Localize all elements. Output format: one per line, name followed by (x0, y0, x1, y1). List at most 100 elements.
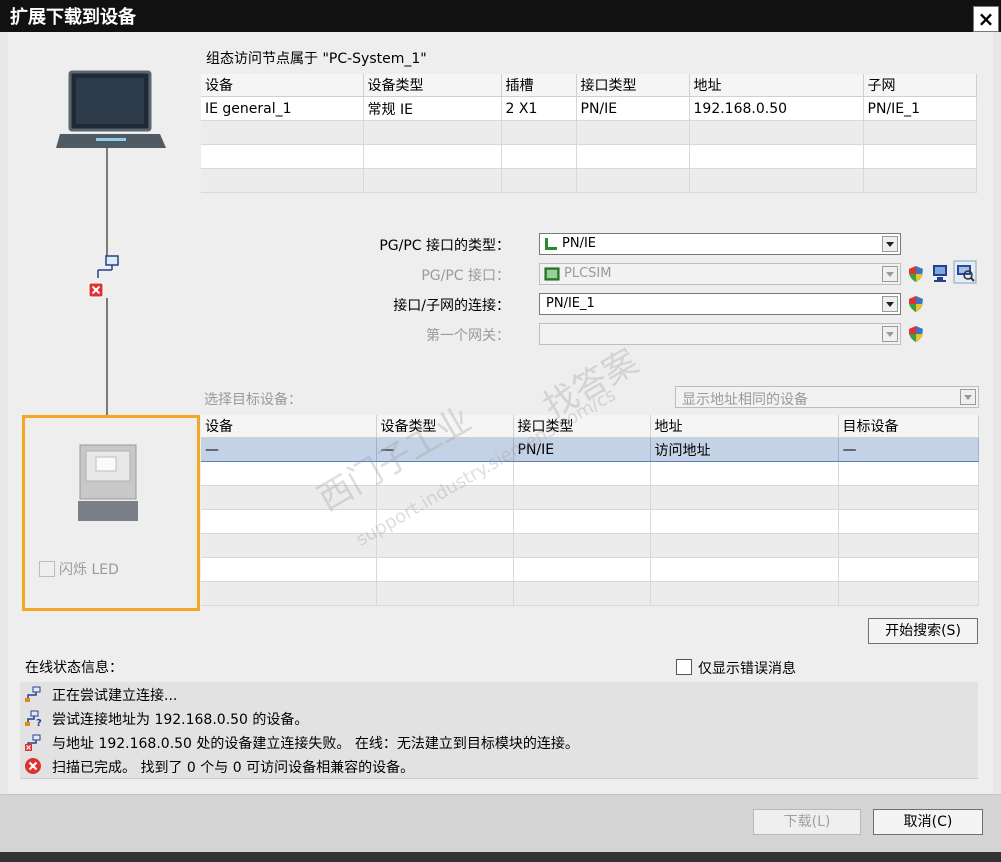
config-col-slot: 插槽 (501, 74, 577, 97)
extended-download-dialog: 扩展下载到设备 × 闪烁 LED 组态访问节点属于 "PC-System_1" … (0, 0, 1001, 862)
chevron-down-icon[interactable] (882, 266, 898, 282)
bottom-edge (0, 852, 1001, 862)
start-search-button[interactable]: 开始搜索(S) (868, 618, 978, 644)
target-cell: — (201, 437, 377, 462)
target-empty-row (201, 485, 979, 510)
select-target-label: 选择目标设备： (204, 392, 302, 408)
status-message-list: 正在尝试建立连接... ? 尝试连接地址为 192.168.0.50 的设备。 … (20, 682, 980, 782)
device-properties-icon[interactable] (931, 263, 949, 283)
chevron-down-icon[interactable] (960, 389, 976, 405)
diagnostics-search-icon[interactable] (953, 260, 977, 284)
target-cell: PN/IE (513, 437, 651, 462)
target-col-address: 地址 (650, 415, 839, 438)
status-message: ? 尝试连接地址为 192.168.0.50 的设备。 (20, 706, 978, 731)
first-gateway-label: 第一个网关： (426, 328, 510, 344)
config-col-interface-type: 接口类型 (576, 74, 690, 97)
pgpc-interface-select[interactable]: PLCSIM (539, 263, 901, 285)
target-col-device-type: 设备类型 (376, 415, 514, 438)
config-cell: IE general_1 (201, 96, 364, 121)
config-table-row[interactable]: IE general_1 常规 IE 2 X1 PN/IE 192.168.0.… (201, 96, 977, 121)
target-cell: 访问地址 (650, 437, 839, 462)
network-port-icon (97, 255, 119, 278)
target-filter-value: 显示地址相同的设备 (682, 392, 808, 408)
network-line-top (106, 148, 108, 256)
target-cell: — (838, 437, 979, 462)
connection-failed-icon (25, 734, 41, 751)
subnet-connection-select[interactable]: PN/IE_1 (539, 293, 901, 315)
online-status-title: 在线状态信息： (25, 660, 123, 676)
status-message: 与地址 192.168.0.50 处的设备建立连接失败。 在线：无法建立到目标模… (20, 730, 978, 755)
error-icon (25, 758, 41, 774)
target-empty-row (201, 581, 979, 606)
config-empty-row (201, 120, 977, 145)
target-header-row: 设备 设备类型 接口类型 地址 目标设备 (201, 415, 979, 438)
window-title: 扩展下载到设备 (10, 7, 136, 28)
errors-only-label: 仅显示错误消息 (698, 661, 796, 677)
security-shield-icon[interactable] (908, 265, 924, 283)
target-cell: — (376, 437, 514, 462)
target-device-frame: 闪烁 LED (22, 415, 200, 611)
network-line-bottom (106, 298, 108, 416)
status-message-text: 尝试连接地址为 192.168.0.50 的设备。 (52, 712, 309, 728)
subnet-connection-value: PN/IE_1 (546, 296, 595, 311)
pc-laptop-icon (56, 70, 166, 148)
plcsim-icon (544, 267, 560, 281)
config-table: 设备 设备类型 插槽 接口类型 地址 子网 IE general_1 常规 IE… (201, 74, 977, 193)
status-message: 扫描已完成。 找到了 0 个与 0 可访问设备相兼容的设备。 (20, 754, 978, 779)
target-empty-row (201, 509, 979, 534)
chevron-down-icon[interactable] (882, 296, 898, 312)
pn-ie-icon (545, 238, 557, 250)
target-col-interface-type: 接口类型 (513, 415, 651, 438)
target-empty-row (201, 533, 979, 558)
status-message-text: 与地址 192.168.0.50 处的设备建立连接失败。 在线：无法建立到目标模… (52, 736, 579, 752)
errors-only-checkbox[interactable] (676, 659, 692, 675)
status-message: 正在尝试建立连接... (20, 682, 978, 707)
pgpc-interface-type-value: PN/IE (562, 236, 596, 251)
title-bar: 扩展下载到设备 × (0, 0, 1001, 32)
config-col-address: 地址 (689, 74, 864, 97)
target-empty-row (201, 461, 979, 486)
target-col-target-device: 目标设备 (838, 415, 979, 438)
subnet-connection-label: 接口/子网的连接： (393, 298, 510, 314)
target-filter-select[interactable]: 显示地址相同的设备 (675, 386, 979, 408)
config-cell: 192.168.0.50 (689, 96, 864, 121)
pgpc-interface-label: PG/PC 接口： (421, 268, 510, 284)
config-col-device-type: 设备类型 (363, 74, 502, 97)
target-empty-row (201, 557, 979, 582)
pgpc-interface-type-label: PG/PC 接口的类型： (379, 238, 510, 254)
status-message-text: 正在尝试建立连接... (52, 688, 178, 704)
flash-led-label: 闪烁 LED (59, 562, 119, 578)
chevron-down-icon[interactable] (882, 236, 898, 252)
config-cell: 常规 IE (363, 96, 502, 121)
pgpc-interface-value: PLCSIM (564, 266, 612, 281)
status-message-text: 扫描已完成。 找到了 0 个与 0 可访问设备相兼容的设备。 (52, 760, 415, 776)
first-gateway-select[interactable] (539, 323, 901, 345)
config-cell: PN/IE_1 (863, 96, 977, 121)
config-empty-row (201, 144, 977, 169)
connection-error-icon (88, 282, 104, 298)
security-shield-icon[interactable] (908, 325, 924, 343)
config-caption: 组态访问节点属于 "PC-System_1" (206, 51, 427, 67)
target-col-device: 设备 (201, 415, 377, 438)
config-col-device: 设备 (201, 74, 364, 97)
button-bar: 下载(L) 取消(C) (0, 794, 1001, 853)
chevron-down-icon[interactable] (882, 326, 898, 342)
target-device-icon (78, 444, 138, 521)
svg-text:?: ? (36, 718, 42, 727)
target-table-row[interactable]: — — PN/IE 访问地址 — (201, 437, 979, 462)
config-empty-row (201, 168, 977, 193)
main-panel: 闪烁 LED 组态访问节点属于 "PC-System_1" 设备 设备类型 插槽… (8, 32, 993, 794)
close-button[interactable]: × (973, 6, 999, 32)
connection-query-icon: ? (25, 710, 42, 727)
config-header-row: 设备 设备类型 插槽 接口类型 地址 子网 (201, 74, 977, 97)
security-shield-icon[interactable] (908, 295, 924, 313)
config-col-subnet: 子网 (863, 74, 977, 97)
download-button[interactable]: 下载(L) (753, 809, 861, 835)
pgpc-interface-type-select[interactable]: PN/IE (539, 233, 901, 255)
connecting-icon (25, 686, 41, 702)
flash-led-checkbox[interactable] (39, 561, 55, 577)
cancel-button[interactable]: 取消(C) (873, 809, 983, 835)
config-cell: PN/IE (576, 96, 690, 121)
config-cell: 2 X1 (501, 96, 577, 121)
target-device-table: 设备 设备类型 接口类型 地址 目标设备 — — PN/IE 访问地址 — (201, 415, 979, 606)
